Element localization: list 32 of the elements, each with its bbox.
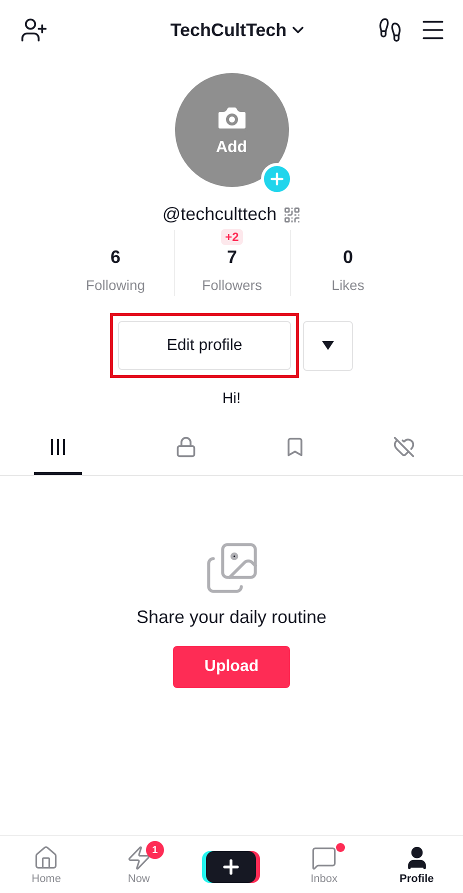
upload-button[interactable]: Upload — [173, 646, 290, 688]
account-switcher[interactable]: TechCultTech — [170, 16, 307, 44]
nav-tab[interactable]: Profile — [370, 845, 463, 888]
bio-text: Hi! — [222, 389, 241, 409]
heart-off-icon — [392, 436, 415, 458]
stat-label: Following — [86, 276, 146, 295]
create-button[interactable] — [206, 850, 256, 882]
stat-label: Followers — [202, 276, 262, 295]
message-icon — [311, 845, 338, 872]
lock-icon — [175, 436, 198, 458]
empty-state-message: Share your daily routine — [136, 606, 327, 629]
footprints-icon — [377, 17, 403, 43]
triangle-down-icon — [322, 341, 334, 350]
notification-badge: 1 — [146, 841, 164, 860]
new-followers-badge: +2 — [221, 229, 243, 245]
plus-icon — [268, 170, 286, 188]
footprints-button[interactable] — [377, 17, 403, 43]
qr-code-icon[interactable] — [282, 206, 301, 224]
nav-tab[interactable]: Inbox — [278, 845, 370, 888]
stat-value: 7 — [226, 246, 237, 269]
more-options-button[interactable] — [303, 320, 353, 370]
stat-value: 6 — [110, 246, 120, 269]
add-user-icon — [20, 16, 48, 44]
stat-label: Likes — [332, 276, 364, 295]
avatar[interactable]: Add — [174, 73, 288, 187]
nav-tab[interactable]: Home — [0, 845, 93, 888]
lightning-icon — [126, 845, 152, 872]
username-handle: @techculttech — [162, 203, 277, 226]
home-icon — [33, 845, 60, 872]
stat-value: 0 — [342, 246, 353, 269]
edit-profile-button[interactable]: Edit profile — [118, 321, 291, 370]
add-photo-label: Add — [216, 138, 248, 158]
